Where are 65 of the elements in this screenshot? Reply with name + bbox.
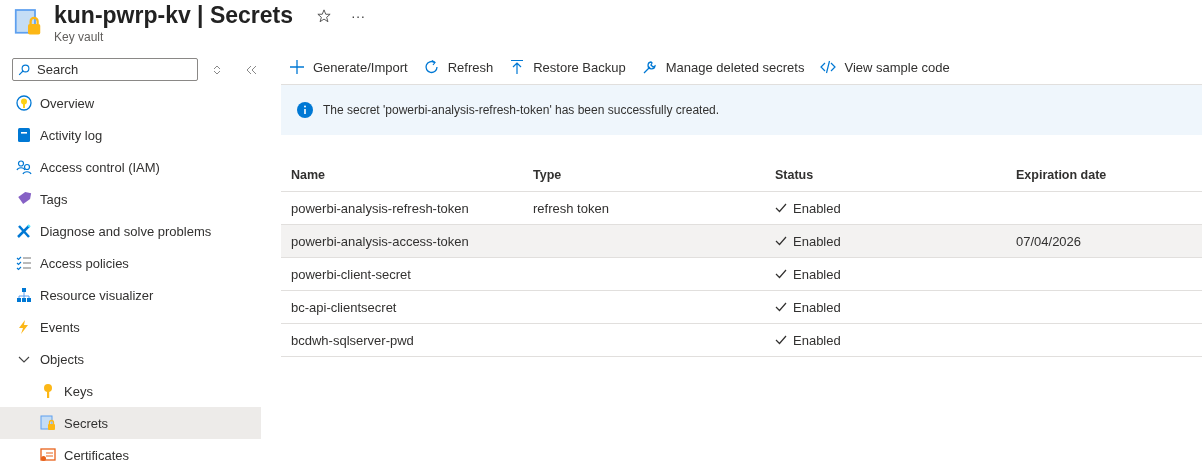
status-text: Enabled xyxy=(793,200,841,216)
info-icon xyxy=(297,102,313,118)
checkmark-icon xyxy=(775,269,787,279)
column-header: Name xyxy=(291,168,327,182)
column-header: Expiration date xyxy=(1016,168,1108,182)
sidebar-item[interactable]: Activity log xyxy=(0,119,261,151)
toolbar-button[interactable]: Restore Backup xyxy=(509,59,626,75)
hierarchy-icon xyxy=(16,287,32,303)
sidebar-item[interactable]: Resource visualizer xyxy=(0,279,261,311)
expiration-date: 07/04/2026 xyxy=(1016,233,1082,249)
table-row[interactable]: powerbi-client-secret Enabled xyxy=(281,258,1202,291)
toolbar-button[interactable]: Generate/Import xyxy=(289,59,408,75)
book-icon xyxy=(16,127,32,143)
sidebar-item[interactable]: Access control (IAM) xyxy=(0,151,261,183)
sidebar-item[interactable]: Diagnose and solve problems xyxy=(0,215,261,247)
upload-icon xyxy=(509,59,526,75)
notification-message: The secret 'powerbi-analysis-refresh-token' has been successfully created. xyxy=(323,103,720,117)
refresh-icon xyxy=(423,59,440,75)
secret-name: bcdwh-sqlserver-pwd xyxy=(291,332,415,348)
toolbar-button[interactable]: Manage deleted secrets xyxy=(641,59,805,75)
column-header: Type xyxy=(533,168,563,182)
sidebar-item[interactable]: Access policies xyxy=(0,247,261,279)
sort-icon[interactable] xyxy=(212,64,222,75)
secret-name: powerbi-analysis-access-token xyxy=(291,233,470,249)
status-text: Enabled xyxy=(793,332,841,348)
secret-type: refresh token xyxy=(533,200,609,216)
tag-icon xyxy=(16,191,32,207)
search-icon xyxy=(18,64,30,76)
checkmark-icon xyxy=(775,236,787,246)
code-icon xyxy=(820,59,837,75)
sidebar-item[interactable]: Secrets xyxy=(0,407,261,439)
page-title: kun-pwrp-kv | Secrets xyxy=(54,2,294,29)
lightbulb-icon xyxy=(16,95,32,111)
toolbar-button[interactable]: Refresh xyxy=(423,59,494,75)
wrench-icon xyxy=(641,59,658,75)
checklist-icon xyxy=(16,255,32,271)
status-text: Enabled xyxy=(793,266,841,282)
status-text: Enabled xyxy=(793,299,841,315)
checkmark-icon xyxy=(775,203,787,213)
people-icon xyxy=(16,159,32,175)
collapse-icon[interactable] xyxy=(246,64,258,75)
vault-lock-icon xyxy=(40,415,56,431)
checkmark-icon xyxy=(775,302,787,312)
checkmark-icon xyxy=(775,335,787,345)
secret-name: powerbi-analysis-refresh-token xyxy=(291,200,470,216)
toolbar-button[interactable]: View sample code xyxy=(820,59,950,75)
secret-name: bc-api-clientsecret xyxy=(291,299,398,315)
page-subtitle: Key vault xyxy=(54,30,105,44)
table-row[interactable]: bc-api-clientsecret Enabled xyxy=(281,291,1202,324)
sidebar-item[interactable]: Events xyxy=(0,311,261,343)
table-row[interactable]: bcdwh-sqlserver-pwd Enabled xyxy=(281,324,1202,357)
sidebar-item[interactable]: Tags xyxy=(0,183,261,215)
column-header: Status xyxy=(775,168,815,182)
sidebar-item[interactable]: Objects xyxy=(0,343,261,375)
sidebar-item[interactable]: Overview xyxy=(0,87,261,119)
tools-icon xyxy=(16,223,32,239)
more-button[interactable]: ··· xyxy=(351,7,366,24)
search-field[interactable]: Search xyxy=(12,58,198,81)
star-icon[interactable] xyxy=(317,8,332,23)
table-row[interactable]: powerbi-analysis-access-token Enabled 07/04/2026 xyxy=(281,225,1202,258)
secret-name: powerbi-client-secret xyxy=(291,266,412,282)
status-text: Enabled xyxy=(793,233,841,249)
sidebar-item[interactable]: Certificates xyxy=(0,439,261,463)
sidebar-item[interactable]: Keys xyxy=(0,375,261,407)
plus-icon xyxy=(289,59,305,75)
